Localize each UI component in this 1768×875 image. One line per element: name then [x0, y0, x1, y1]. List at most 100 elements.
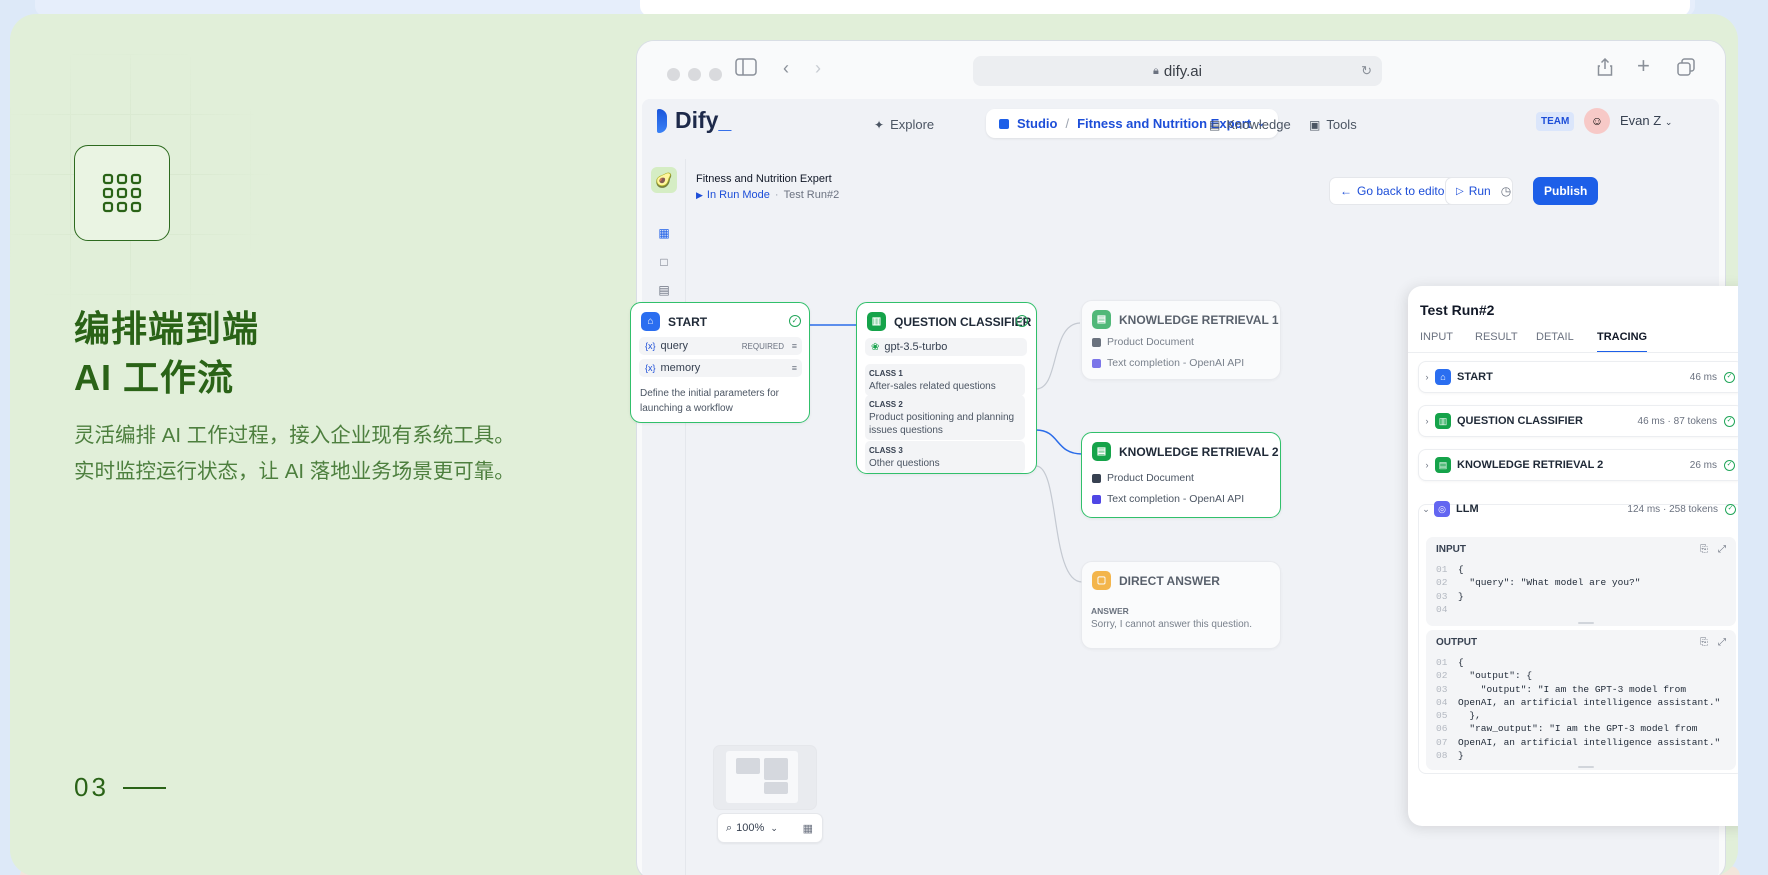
knowledge-icon: ▤: [1435, 457, 1451, 473]
kr2-model: Text completion - OpenAI API: [1092, 493, 1244, 505]
trace-row-llm[interactable]: ⌄ ◎ LLM 124 ms · 258 tokens ✓: [1418, 493, 1738, 525]
llm-output-block: OUTPUT ⎘ ⤢ 01{02 "output": {03 "output":…: [1426, 630, 1736, 770]
workflow-sidebar: 🥑 ▦ □ ▤ ▥: [642, 159, 686, 875]
canvas-minimap[interactable]: [713, 745, 817, 810]
resize-handle[interactable]: [1578, 766, 1594, 768]
nav-tools[interactable]: ▣ Tools: [1309, 117, 1357, 132]
app-avatar-icon[interactable]: 🥑: [651, 167, 677, 193]
logo-mark: [657, 108, 667, 133]
kr1-model: Text completion - OpenAI API: [1092, 357, 1244, 369]
apps-grid-icon: [74, 145, 170, 241]
trace-row-knowledge[interactable]: › ▤ KNOWLEDGE RETRIEVAL 2 26 ms ✓: [1418, 449, 1738, 481]
tabs-overview-icon[interactable]: [1677, 58, 1695, 81]
play-icon: ▶: [696, 189, 703, 200]
window-maximize-button[interactable]: [709, 68, 722, 81]
history-icon[interactable]: ◷: [1501, 184, 1511, 198]
nav-explore[interactable]: ✦ Explore: [874, 117, 934, 132]
reload-icon[interactable]: ↻: [1361, 63, 1372, 79]
workflow-app-title: Fitness and Nutrition Expert: [696, 173, 832, 185]
api-terminal-icon[interactable]: □: [656, 254, 672, 270]
start-node[interactable]: ⌂ START ✓ {x} query REQUIRED ≡ {x} memory ≡ De…: [630, 302, 810, 423]
team-badge: TEAM: [1536, 112, 1575, 131]
zoom-level: 100%: [736, 822, 765, 834]
knowledge-retrieval-2-node[interactable]: ▤ KNOWLEDGE RETRIEVAL 2 Product Document …: [1081, 432, 1281, 518]
resize-handle[interactable]: [1578, 622, 1594, 624]
page-number: 03: [74, 772, 166, 803]
openai-icon: ❀: [871, 341, 880, 353]
orchestrate-icon[interactable]: ▦: [656, 225, 672, 241]
address-bar[interactable]: 🔒︎ dify.ai ↻: [973, 56, 1382, 86]
success-check-icon: ✓: [789, 315, 801, 327]
layout-icon[interactable]: ▦: [803, 822, 813, 835]
url-text: dify.ai: [1163, 62, 1202, 80]
tab-result[interactable]: RESULT: [1475, 331, 1518, 343]
book-icon: ▤: [1209, 117, 1221, 132]
run-button[interactable]: ▷ Run ◷: [1445, 177, 1513, 205]
knowledge-icon: ▤: [1092, 442, 1111, 461]
chevron-right-icon: ›: [1425, 372, 1429, 382]
go-back-to-editor-button[interactable]: ← Go back to editor: [1329, 177, 1460, 205]
test-run-panel: Test Run#2 INPUT RESULT DETAIL TRACING ›…: [1408, 286, 1738, 826]
toolbox-icon: ▣: [1309, 117, 1321, 132]
logs-icon[interactable]: ▤: [656, 282, 672, 298]
kr1-document: Product Document: [1092, 336, 1194, 348]
input-code: 01{02 "query": "What model are you?" 03} 0…: [1436, 564, 1641, 615]
input-label: INPUT: [1436, 544, 1466, 555]
start-description: Define the initial parameters for launchi…: [640, 388, 779, 414]
copy-icon[interactable]: ⎘: [1700, 544, 1708, 555]
start-variable-query[interactable]: {x} query REQUIRED ≡: [639, 337, 802, 355]
breadcrumb-separator: /: [1065, 116, 1070, 131]
nav-knowledge[interactable]: ▤ Knowledge: [1209, 117, 1291, 132]
success-check-icon: ✓: [1724, 459, 1735, 471]
new-tab-icon[interactable]: +: [1637, 53, 1650, 79]
answer-icon: ▢: [1092, 571, 1111, 590]
chevron-right-icon: ›: [1425, 416, 1429, 426]
direct-answer-node[interactable]: ▢ DIRECT ANSWER ANSWER Sorry, I cannot an…: [1081, 561, 1281, 649]
sidebar-toggle-icon[interactable]: [735, 58, 757, 81]
expand-icon[interactable]: ⤢: [1718, 544, 1726, 555]
avatar[interactable]: ☺: [1584, 108, 1610, 134]
class-1: CLASS 1 After-sales related questions: [865, 364, 1025, 396]
window-minimize-button[interactable]: [688, 68, 701, 81]
success-check-icon: ✓: [1724, 371, 1735, 383]
studio-icon: [999, 118, 1009, 129]
page-number-line: [122, 786, 166, 789]
success-check-icon: ✓: [1724, 415, 1735, 427]
tab-detail[interactable]: DETAIL: [1536, 331, 1574, 343]
copy-icon[interactable]: ⎘: [1700, 637, 1708, 648]
expand-icon[interactable]: ⤢: [1718, 637, 1726, 648]
back-arrow-icon[interactable]: ‹: [783, 58, 789, 79]
home-icon: ⌂: [1435, 369, 1451, 385]
share-icon[interactable]: [1597, 57, 1613, 81]
question-classifier-node[interactable]: ▥ QUESTION CLASSIFIER ✓ ❀ gpt-3.5-turbo CL…: [856, 302, 1037, 474]
knowledge-icon: ▤: [1092, 310, 1111, 329]
knowledge-retrieval-1-node[interactable]: ▤ KNOWLEDGE RETRIEVAL 1 Product Document …: [1081, 300, 1281, 380]
chevron-down-icon: ⌄: [1422, 503, 1430, 514]
dify-logo[interactable]: Dify _: [657, 107, 731, 134]
tab-tracing[interactable]: TRACING: [1597, 331, 1648, 353]
tab-input[interactable]: INPUT: [1420, 331, 1453, 343]
feature-description: 灵活编排 AI 工作过程，接入企业现有系统工具。 实时监控运行状态，让 AI 落…: [74, 424, 515, 483]
class-2: CLASS 2 Product positioning and planning i…: [865, 395, 1025, 440]
lock-icon: 🔒︎: [1153, 64, 1159, 77]
chevron-down-icon: ⌄: [770, 822, 778, 833]
trace-row-classifier[interactable]: › ▥ QUESTION CLASSIFIER 46 ms · 87 tokens…: [1418, 405, 1738, 437]
trace-row-start[interactable]: › ⌂ START 46 ms ✓: [1418, 361, 1738, 393]
chevron-right-icon: ›: [1425, 460, 1429, 470]
zoom-control[interactable]: ⌕ 100% ⌄ ▦: [717, 813, 823, 843]
success-check-icon: ✓: [1725, 503, 1736, 515]
publish-button[interactable]: Publish: [1533, 177, 1599, 205]
forward-arrow-icon[interactable]: ›: [815, 58, 821, 79]
home-icon: ⌂: [641, 312, 660, 331]
text-lines-icon: ≡: [791, 341, 797, 351]
llm-input-block: INPUT ⎘ ⤢ 01{02 "query": "What model are…: [1426, 537, 1736, 626]
chevron-down-icon: ⌄: [1664, 117, 1673, 127]
classifier-model[interactable]: ❀ gpt-3.5-turbo: [865, 338, 1027, 356]
search-icon: ⌕: [726, 821, 733, 834]
success-check-icon: ✓: [1016, 315, 1028, 327]
classifier-icon: ▥: [1435, 413, 1451, 429]
window-close-button[interactable]: [667, 68, 680, 81]
answer-text: Sorry, I cannot answer this question.: [1091, 619, 1253, 630]
start-variable-memory[interactable]: {x} memory ≡: [639, 359, 802, 377]
user-menu[interactable]: Evan Z ⌄: [1620, 113, 1672, 128]
